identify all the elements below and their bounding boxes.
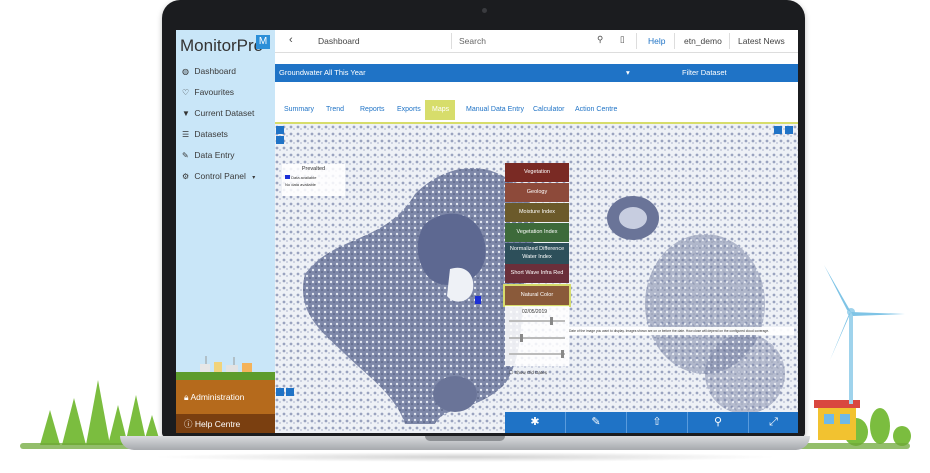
fullscreen-icon[interactable]: ⤢ [749, 412, 798, 433]
sidebar-item-dashboard[interactable]: ◍ Dashboard [182, 66, 236, 76]
tab-summary[interactable]: Summary [284, 106, 314, 113]
slider-handle[interactable] [550, 317, 553, 325]
divider [729, 33, 730, 49]
dataset-selector[interactable]: Groundwater All This Year [279, 68, 366, 77]
map-legend: Prevalted Data available No data availab… [282, 164, 345, 196]
tab-manual-data-entry[interactable]: Manual Data Entry [466, 106, 524, 113]
tab-action-centre[interactable]: Action Centre [575, 106, 617, 113]
sidebar-grass [176, 372, 275, 380]
legend-title: Prevalted [301, 166, 326, 172]
sidebar-item-label: Favourites [194, 87, 235, 97]
tab-maps[interactable]: Maps [432, 106, 449, 113]
app-logo[interactable]: MonitorPro [180, 36, 263, 56]
administration-button-label: 🔒︎ Administration [184, 392, 245, 402]
zoom-in-button[interactable] [276, 126, 284, 134]
layer-vegetation[interactable]: Vegetation [505, 163, 569, 182]
sidebar-item-favourites[interactable]: ♡ Favourites [182, 87, 234, 97]
help-centre-button-label: ⓘ Help Centre [184, 419, 241, 429]
cloud-slider[interactable] [509, 353, 565, 355]
latest-news-link[interactable]: Latest News [738, 36, 785, 46]
expand-icon[interactable] [785, 126, 793, 134]
zoom-out-button[interactable] [276, 136, 284, 144]
sidebar-item-current-dataset[interactable]: ▼ Current Dataset [182, 108, 254, 118]
lock-icon: 🔒︎ [184, 392, 189, 402]
opacity-slider[interactable] [509, 337, 565, 339]
dashboard-icon: ◍ [182, 67, 189, 76]
chevron-down-icon: ▾ [252, 175, 256, 181]
legend-swatch-icon [285, 175, 290, 179]
edit-icon: ✎ [182, 151, 189, 160]
sidebar-item-control-panel[interactable]: ⚙ Control Panel ▾ [182, 171, 255, 181]
app-screen: MonitorPro M ◍ Dashboard ♡ Favourites ▼ … [176, 30, 798, 433]
help-icon: ⓘ [184, 419, 193, 429]
heart-icon: ♡ [182, 88, 190, 97]
mobile-icon[interactable]: ▯ [620, 34, 625, 45]
slider-handle[interactable] [561, 350, 564, 358]
puzzle-icon[interactable]: ✱ [505, 412, 566, 433]
sidebar-item-label: Data Entry [194, 150, 235, 160]
date-tooltip: Date of the image you want to display. I… [569, 327, 794, 335]
sidebar-item-datasets[interactable]: ☰ Datasets [182, 129, 228, 139]
show-old-dates-checkbox[interactable]: ☐ Show Old Dates [509, 370, 547, 376]
page-title: Dashboard [318, 36, 360, 46]
divider [674, 33, 675, 49]
search-icon[interactable]: ⚲ [597, 34, 603, 45]
search-input[interactable]: Search [459, 36, 486, 46]
map-option-button[interactable] [774, 126, 782, 134]
divider [636, 33, 637, 49]
spacer-bar [275, 82, 798, 99]
edit-icon[interactable]: ✎ [566, 412, 627, 433]
house-icon [814, 400, 860, 440]
user-menu[interactable]: etn_demo [684, 36, 722, 46]
laptop-shadow [150, 452, 780, 462]
tab-trend[interactable]: Trend [326, 106, 344, 113]
camera-icon [482, 8, 487, 13]
sidebar-item-label: Dashboard [194, 66, 236, 76]
layer-short-wave-infra-red[interactable]: Short Wave Infra Red [505, 264, 569, 283]
tab-calculator[interactable]: Calculator [533, 106, 565, 113]
checkbox-icon: ☐ [509, 370, 514, 375]
sidebar-item-label: Control Panel [194, 171, 246, 181]
date-panel [505, 306, 569, 366]
sidebar-item-label: Datasets [194, 129, 228, 139]
divider [451, 33, 452, 49]
layer-ndwi[interactable]: Normalized Difference Water Index [505, 243, 569, 264]
date-field[interactable]: 02/05/2019 [522, 309, 547, 315]
sidebar-item-label: Current Dataset [194, 108, 255, 118]
date-slider[interactable] [509, 320, 565, 322]
filter-dataset-button[interactable]: Filter Dataset [682, 68, 727, 77]
laptop-notch [425, 436, 505, 441]
layer-vegetation-index[interactable]: Vegetation Index [505, 223, 569, 242]
upload-icon[interactable]: ⇧ [627, 412, 688, 433]
sidebar-item-data-entry[interactable]: ✎ Data Entry [182, 150, 235, 160]
legend-item: No data available [285, 182, 316, 187]
layer-moisture-index[interactable]: Moisture Index [505, 203, 569, 222]
tab-exports[interactable]: Exports [397, 106, 421, 113]
legend-item: Data available [285, 175, 345, 180]
back-button[interactable]: ‹ [289, 34, 293, 46]
layer-geology[interactable]: Geology [505, 183, 569, 202]
list-icon: ☰ [182, 130, 190, 139]
filter-icon: ▼ [182, 109, 190, 118]
slider-handle[interactable] [520, 334, 523, 342]
gears-icon: ⚙ [182, 172, 190, 181]
help-link[interactable]: Help [648, 36, 665, 46]
home-icon[interactable] [286, 388, 294, 396]
wind-turbine-icon [824, 265, 905, 404]
map-pin-icon[interactable]: ⚲ [688, 412, 749, 433]
layer-natural-color[interactable]: Natural Color [503, 284, 571, 307]
logo-badge-icon: M [256, 35, 270, 49]
tab-reports[interactable]: Reports [360, 106, 385, 113]
layers-icon[interactable] [276, 388, 284, 396]
chevron-down-icon[interactable]: ▾ [626, 68, 630, 77]
